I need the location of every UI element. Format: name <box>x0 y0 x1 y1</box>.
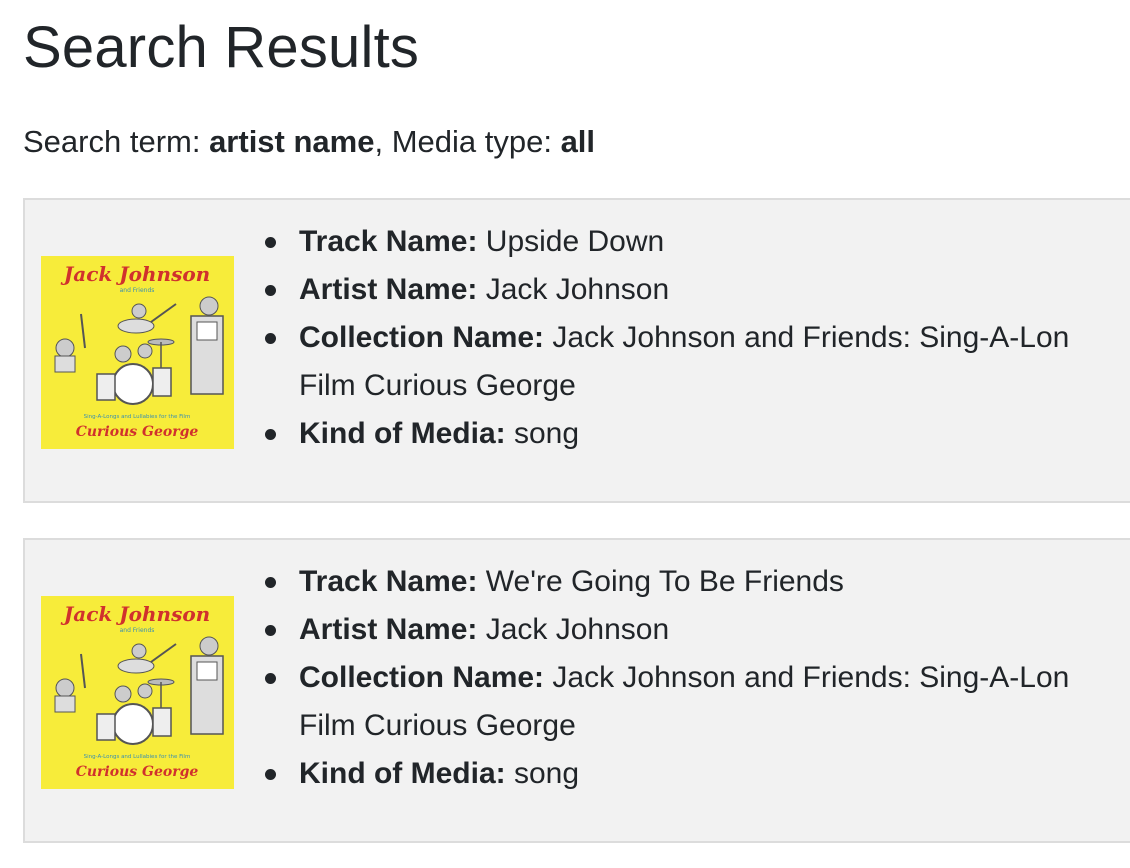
collection-value-line2: Film Curious George <box>299 369 576 402</box>
artist-label: Artist Name: <box>299 613 478 646</box>
result-details: Track Name: Upside Down Artist Name: Jac… <box>261 218 1130 458</box>
track-value: We're Going To Be Friends <box>485 565 844 598</box>
album-subtitle-text: and Friends <box>120 287 155 294</box>
track-label: Track Name: <box>299 225 478 258</box>
album-art-image: Jack Johnson and Friends Sing-A-Longs an <box>41 596 234 789</box>
collection-label: Collection Name: <box>299 321 545 354</box>
search-summary: Search term: artist name, Media type: al… <box>23 124 595 160</box>
result-card: Jack Johnson and Friends Sing-A-Longs an… <box>23 198 1130 503</box>
artist-value: Jack Johnson <box>485 273 670 306</box>
detail-collection: Collection Name: Jack Johnson and Friend… <box>261 314 1130 410</box>
album-title-text: Jack Johnson <box>60 262 210 286</box>
detail-artist: Artist Name: Jack Johnson <box>261 606 1130 654</box>
album-art[interactable]: Jack Johnson and Friends Sing-A-Longs an… <box>41 256 234 449</box>
album-art-image: Jack Johnson and Friends Sing-A-Longs an… <box>41 256 234 449</box>
collection-label: Collection Name: <box>299 661 545 694</box>
collection-value-line1: Jack Johnson and Friends: Sing-A-Lon <box>552 661 1070 694</box>
album-title-text: Jack Johnson <box>60 602 210 626</box>
kind-label: Kind of Media: <box>299 757 506 790</box>
search-term-label: Search term: <box>23 124 210 159</box>
track-value: Upside Down <box>485 225 665 258</box>
kind-value: song <box>514 417 580 450</box>
track-label: Track Name: <box>299 565 478 598</box>
page-title: Search Results <box>23 15 420 80</box>
album-subtitle-text: and Friends <box>120 627 155 634</box>
collection-value-line2: Film Curious George <box>299 709 576 742</box>
result-card: Jack Johnson and Friends Sing-A-Longs an <box>23 538 1130 843</box>
detail-kind: Kind of Media: song <box>261 750 1130 798</box>
collection-value-line1: Jack Johnson and Friends: Sing-A-Lon <box>552 321 1070 354</box>
album-footer-small: Sing-A-Longs and Lullabies for the Film <box>84 754 191 760</box>
detail-track: Track Name: We're Going To Be Friends <box>261 558 1130 606</box>
album-footer-big: Curious George <box>76 424 199 440</box>
detail-artist: Artist Name: Jack Johnson <box>261 266 1130 314</box>
search-term-value: artist name <box>209 124 375 159</box>
album-footer-small: Sing-A-Longs and Lullabies for the Film <box>84 414 191 420</box>
album-footer-big: Curious George <box>76 764 199 780</box>
artist-label: Artist Name: <box>299 273 478 306</box>
kind-label: Kind of Media: <box>299 417 506 450</box>
media-type-value: all <box>560 124 596 159</box>
media-type-label: , Media type: <box>374 124 561 159</box>
detail-track: Track Name: Upside Down <box>261 218 1130 266</box>
detail-collection: Collection Name: Jack Johnson and Friend… <box>261 654 1130 750</box>
result-details: Track Name: We're Going To Be Friends Ar… <box>261 558 1130 798</box>
album-art[interactable]: Jack Johnson and Friends Sing-A-Longs an <box>41 596 234 789</box>
kind-value: song <box>514 757 580 790</box>
detail-kind: Kind of Media: song <box>261 410 1130 458</box>
artist-value: Jack Johnson <box>485 613 670 646</box>
